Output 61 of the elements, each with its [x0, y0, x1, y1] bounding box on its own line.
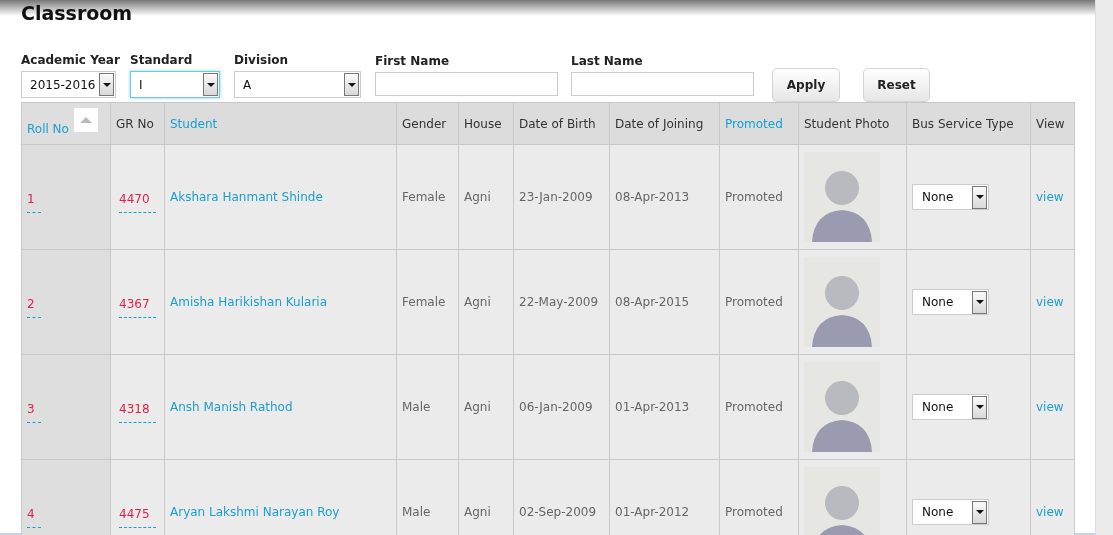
gr-number[interactable]: 4475 — [119, 506, 156, 528]
bus-service-dropdown[interactable]: None — [912, 499, 989, 525]
roll-number[interactable]: 4 — [27, 506, 41, 528]
column-header: Date of Joining — [615, 116, 704, 131]
page-title: Classroom — [21, 1, 134, 26]
column-sort-link[interactable]: Roll No — [27, 122, 69, 136]
filter-label: Division — [234, 53, 290, 67]
action-button[interactable]: Reset — [863, 68, 930, 102]
dropdown[interactable]: 2015-2016 — [21, 71, 116, 98]
house-text: Agni — [464, 190, 491, 204]
view-link[interactable]: view — [1036, 505, 1064, 519]
student-name-link[interactable]: Amisha Harikishan Kularia — [170, 295, 327, 309]
date-text: 22-May-2009 — [519, 295, 599, 309]
roll-number[interactable]: 2 — [27, 296, 41, 318]
gender-text: Female — [402, 190, 446, 204]
view-link[interactable]: view — [1036, 190, 1064, 204]
date-text: 08-Apr-2015 — [615, 295, 690, 309]
column-header: GR No — [116, 116, 154, 131]
date-text: 23-Jan-2009 — [519, 190, 593, 204]
column-header: Date of Birth — [519, 116, 596, 131]
filter-label: Standard — [130, 53, 194, 67]
gr-number[interactable]: 4470 — [119, 191, 156, 213]
column-header: House — [464, 116, 502, 131]
roll-number[interactable]: 3 — [27, 401, 41, 423]
status-text: Promoted — [725, 190, 783, 204]
view-link[interactable]: view — [1036, 400, 1064, 414]
status-text: Promoted — [725, 505, 783, 519]
column-header: Bus Service Type — [912, 116, 1014, 131]
roll-number[interactable]: 1 — [27, 191, 41, 213]
bus-service-dropdown[interactable]: None — [912, 184, 989, 210]
student-name-link[interactable]: Aryan Lakshmi Narayan Roy — [170, 505, 340, 519]
view-link[interactable]: view — [1036, 295, 1064, 309]
gender-text: Female — [402, 295, 446, 309]
student-name-link[interactable]: Ansh Manish Rathod — [170, 400, 293, 414]
column-header: View — [1036, 116, 1065, 131]
status-text: Promoted — [725, 400, 783, 414]
date-text: 01-Apr-2013 — [615, 400, 690, 414]
date-text: 08-Apr-2013 — [615, 190, 690, 204]
gender-text: Male — [402, 400, 431, 414]
bus-service-dropdown[interactable]: None — [912, 289, 989, 315]
date-text: 01-Apr-2012 — [615, 505, 690, 519]
filter-label: First Name — [375, 54, 451, 68]
gender-text: Male — [402, 505, 431, 519]
student-name-link[interactable]: Akshara Hanmant Shinde — [170, 190, 323, 204]
dropdown[interactable]: A — [234, 71, 361, 98]
house-text: Agni — [464, 505, 491, 519]
gr-number[interactable]: 4318 — [119, 401, 156, 423]
column-header: Student Photo — [804, 116, 890, 131]
house-text: Agni — [464, 295, 491, 309]
gr-number[interactable]: 4367 — [119, 296, 156, 318]
filter-label: Last Name — [571, 54, 644, 68]
house-text: Agni — [464, 400, 491, 414]
column-sort-link[interactable]: Student — [170, 116, 218, 131]
column-sort-link[interactable]: Promoted — [725, 116, 783, 131]
action-button[interactable]: Apply — [772, 68, 840, 102]
column-header: Gender — [402, 116, 447, 131]
date-text: 02-Sep-2009 — [519, 505, 597, 519]
dropdown[interactable]: I — [130, 71, 220, 98]
bus-service-dropdown[interactable]: None — [912, 394, 989, 420]
status-text: Promoted — [725, 295, 783, 309]
date-text: 06-Jan-2009 — [519, 400, 593, 414]
